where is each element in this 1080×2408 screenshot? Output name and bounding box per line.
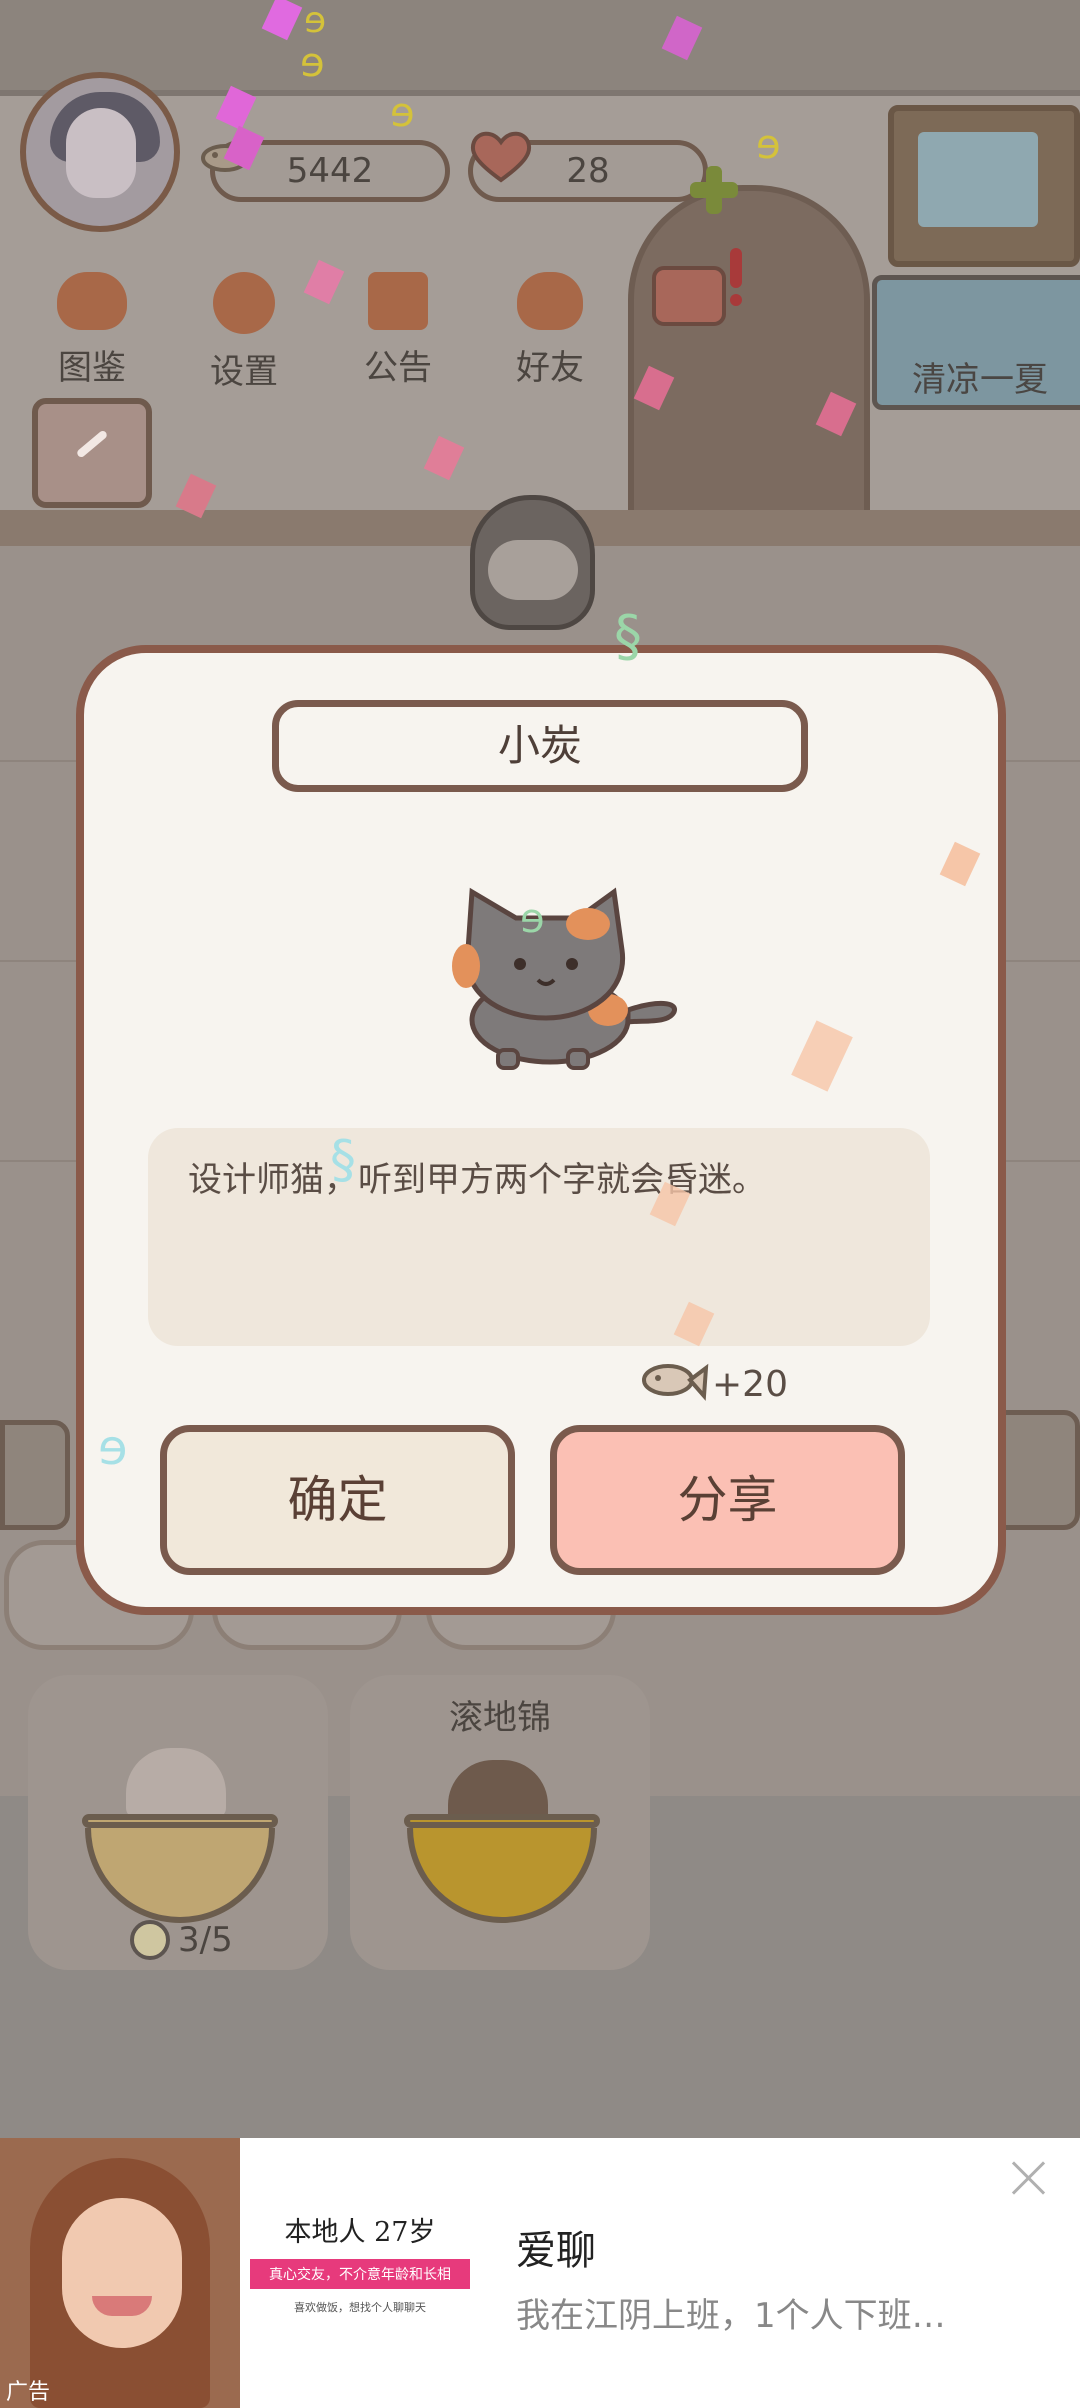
bowl-cat-name: 滚地锦 xyxy=(449,1698,551,1738)
ribbon-confetti: ɘ xyxy=(98,1420,128,1476)
mascot-face xyxy=(488,540,578,600)
ribbon-confetti: ɘ xyxy=(520,896,545,942)
cat-illustration xyxy=(438,880,684,1070)
left-widget[interactable] xyxy=(0,1420,70,1530)
gear-icon xyxy=(213,272,275,334)
menu-item-label: 公告 xyxy=(364,348,432,388)
ribbon-confetti: ɘ xyxy=(304,0,327,41)
menu-item-friends[interactable]: 好友 xyxy=(490,272,610,389)
cat-book-icon xyxy=(57,272,127,330)
ad-card-subtitle: 喜欢做饭，想找个人聊聊天 xyxy=(294,2301,426,2314)
cat-in-bowl xyxy=(126,1748,226,1818)
ad-photo-face xyxy=(62,2198,182,2348)
cat-description: 设计师猫，听到甲方两个字就会昏迷。 xyxy=(188,1160,766,1200)
ribbon-confetti: ɘ xyxy=(756,122,781,168)
room-door[interactable] xyxy=(628,185,870,557)
ad-title[interactable]: 爱聊 xyxy=(516,2218,596,2276)
menu-item-label: 图鉴 xyxy=(58,348,126,388)
bowl-count: 3/5 xyxy=(178,1920,233,1960)
avatar[interactable] xyxy=(20,72,180,232)
food-icon xyxy=(130,1920,170,1960)
share-button[interactable]: 分享 xyxy=(550,1425,905,1575)
avatar-face xyxy=(66,108,136,198)
room-ceiling xyxy=(0,0,1080,96)
pencil-icon xyxy=(75,429,109,459)
event-banner-label: 清凉一夏 xyxy=(912,360,1048,400)
bowl-rim xyxy=(404,1814,600,1828)
ribbon-confetti: ɘ xyxy=(390,90,415,136)
ad-card-tagline: 真心交友，不介意年龄和长相 xyxy=(250,2259,470,2289)
heart-icon xyxy=(466,126,536,186)
friends-icon xyxy=(517,272,583,330)
mail-notice-icon[interactable] xyxy=(648,248,748,348)
ad-card-title: 本地人 27岁 xyxy=(284,2217,436,2248)
menu-item-announcement[interactable]: 公告 xyxy=(338,272,458,389)
cat-name: 小炭 xyxy=(272,700,808,792)
heart-count: 28 xyxy=(566,151,610,191)
confirm-button[interactable]: 确定 xyxy=(160,1425,515,1575)
menu-item-settings[interactable]: 设置 xyxy=(184,272,304,393)
add-hearts-button[interactable] xyxy=(686,162,742,218)
ribbon-confetti: § xyxy=(330,1130,356,1190)
menu-item-collection[interactable]: 图鉴 xyxy=(32,272,152,389)
reward-amount: +20 xyxy=(712,1364,788,1405)
menu-item-label: 好友 xyxy=(516,348,584,388)
gift-icon xyxy=(368,272,428,330)
fish-count: 5442 xyxy=(286,151,374,191)
ad-card: 本地人 27岁 真心交友，不介意年龄和长相 喜欢做饭，想找个人聊聊天 xyxy=(250,2210,470,2315)
fish-reward-icon xyxy=(638,1356,710,1410)
fish-picture-icon xyxy=(918,132,1038,227)
ribbon-confetti: ɘ xyxy=(300,40,325,86)
ad-photo[interactable] xyxy=(0,2138,240,2408)
close-icon[interactable] xyxy=(1010,2160,1046,2196)
ribbon-confetti: § xyxy=(614,604,642,669)
menu-item-label: 设置 xyxy=(210,352,278,392)
ad-description[interactable]: 我在江阴上班，1个人下班… xyxy=(516,2288,946,2337)
calendar-button[interactable] xyxy=(32,398,152,508)
ad-tag: 广告 xyxy=(6,2380,51,2405)
bowl-rim xyxy=(82,1814,278,1828)
